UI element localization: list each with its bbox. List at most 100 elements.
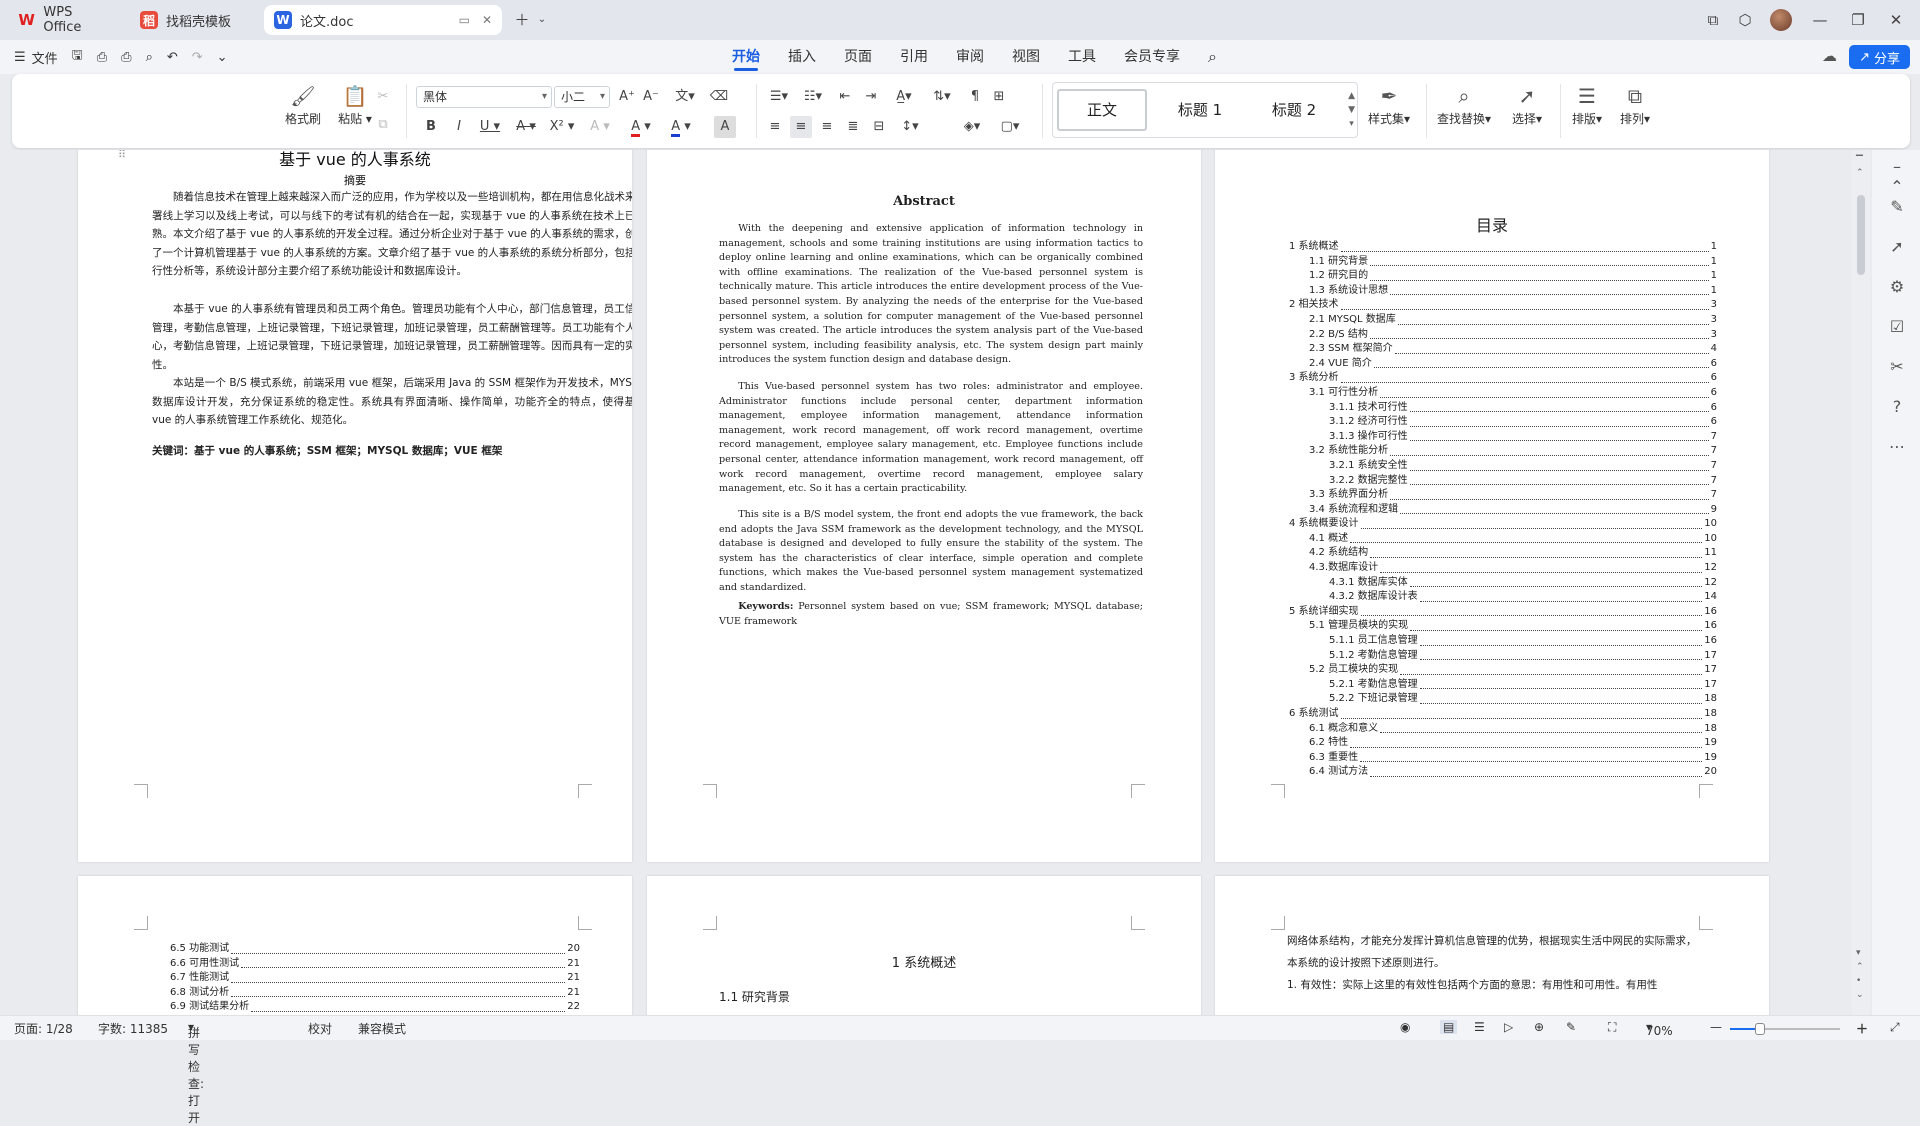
export-pdf-icon[interactable]: ⎙	[97, 50, 107, 65]
toc-entry[interactable]: 3.3 系统界面分析 7	[1289, 488, 1717, 503]
cut-icon[interactable]: ✂	[372, 86, 394, 108]
arrange-button[interactable]: ⧉ 排列▾	[1612, 82, 1658, 127]
toc-entry[interactable]: 3.1 可行性分析 6	[1289, 386, 1717, 401]
pointer-icon[interactable]: ➚	[1886, 236, 1908, 258]
tab-docer[interactable]: 稻 找稻壳模板	[130, 5, 258, 35]
select-button[interactable]: ➚ 选择▾	[1502, 82, 1552, 127]
copy-icon[interactable]: ⧉	[372, 114, 394, 136]
bullet-list-icon[interactable]: ☰▾	[764, 86, 794, 108]
toc-entry[interactable]: 6.4 测试方法 20	[1289, 765, 1717, 780]
tab-wps-office[interactable]: W WPS Office	[8, 5, 122, 35]
page-1[interactable]: ⠿ 基于 vue 的人事系统 摘要 随着信息技术在管理上越来越深入而广泛的应用，…	[78, 150, 632, 862]
settings-sliders-icon[interactable]: ⚙	[1886, 276, 1908, 298]
italic-icon[interactable]: I	[448, 116, 470, 138]
fullscreen-icon[interactable]: ⤢	[1890, 1020, 1900, 1035]
file-menu[interactable]: 文件	[32, 48, 58, 67]
font-color-icon[interactable]: A ▾	[664, 116, 698, 138]
toc-entry[interactable]: 6.1 概念和意义 18	[1289, 722, 1717, 737]
fit-page-icon[interactable]: ⛶	[1608, 1020, 1616, 1035]
pen-icon[interactable]: ✎	[1886, 196, 1908, 218]
next-page-icon[interactable]: ⌄	[1856, 990, 1864, 1000]
font-size-select[interactable]: 小二 ▾	[554, 86, 610, 108]
toc-entry[interactable]: 5.2.1 考勤信息管理 17	[1289, 678, 1717, 693]
tab-insert[interactable]: 插入	[788, 40, 816, 74]
strikethrough-icon[interactable]: A ▾	[510, 116, 542, 138]
collapse-icon[interactable]: –	[1886, 156, 1908, 178]
toc-entry[interactable]: 4.3.1 数据库实体 12	[1289, 576, 1717, 591]
toc-entry[interactable]: 1.2 研究目的 1	[1289, 269, 1717, 284]
toc-entry[interactable]: 1.1 研究背景 1	[1289, 255, 1717, 270]
toc-entry[interactable]: 4.1 概述 10	[1289, 532, 1717, 547]
scroll-up-icon[interactable]: ⌃	[1856, 168, 1864, 178]
toc-entry[interactable]: 2.4 VUE 简介 6	[1289, 357, 1717, 372]
page-5[interactable]: 1 系统概述 1.1 研究背景	[647, 876, 1201, 1015]
close-icon[interactable]: ✕	[1886, 10, 1906, 30]
toc-entry[interactable]: 1.3 系统设计思想 1	[1289, 284, 1717, 299]
underline-icon[interactable]: U ▾	[474, 116, 506, 138]
show-marks-icon[interactable]: ¶	[964, 86, 986, 108]
toc-entry[interactable]: 6.9 测试结果分析 22	[170, 1000, 580, 1015]
search-icon[interactable]: ⌕	[1208, 40, 1217, 74]
tab-tools[interactable]: 工具	[1068, 40, 1096, 74]
toc-entry[interactable]: 3 系统分析 6	[1289, 371, 1717, 386]
numbered-list-icon[interactable]: ☷▾	[798, 86, 828, 108]
undo-icon[interactable]: ↶	[167, 50, 178, 65]
tab-document[interactable]: W 论文.doc ▭ ✕	[264, 5, 502, 35]
pinyin-icon[interactable]: 文▾	[668, 86, 702, 108]
print-icon[interactable]: ⎙	[121, 50, 131, 65]
cube-icon[interactable]: ⬡	[1735, 10, 1755, 30]
toc-entry[interactable]: 6.7 性能测试 21	[170, 971, 580, 986]
toc-entry[interactable]: 4 系统概要设计 10	[1289, 517, 1717, 532]
tools-icon[interactable]: ✂	[1886, 356, 1908, 378]
spell-check-toggle[interactable]: 拼写检查: 打开 ▾	[188, 1020, 204, 1125]
scrollbar-thumb[interactable]	[1857, 195, 1865, 275]
grow-font-icon[interactable]: A⁺	[616, 86, 638, 108]
help-icon[interactable]: ?	[1886, 396, 1908, 418]
tab-member[interactable]: 会员专享	[1124, 40, 1180, 74]
layout-button[interactable]: ☰ 排版▾	[1564, 82, 1610, 127]
tab-home[interactable]: 开始	[732, 40, 760, 74]
tab-monitor-icon[interactable]: ▭	[459, 13, 470, 27]
highlight-color-icon[interactable]: A ▾	[624, 116, 658, 138]
tab-review[interactable]: 审阅	[956, 40, 984, 74]
styles-set-button[interactable]: ✒ 样式集▾	[1360, 82, 1418, 127]
find-replace-button[interactable]: ⌕ 查找替换▾	[1428, 82, 1500, 127]
style-normal[interactable]: 正文	[1057, 89, 1147, 131]
pen-mode-icon[interactable]: ✎	[1566, 1020, 1576, 1034]
toc-entry[interactable]: 3.2.1 系统安全性 7	[1289, 459, 1717, 474]
document-canvas[interactable]: ⠿ 基于 vue 的人事系统 摘要 随着信息技术在管理上越来越深入而广泛的应用，…	[0, 150, 1870, 1015]
chinese-layout-icon[interactable]: A̲▾	[888, 86, 920, 108]
toc-entry[interactable]: 4.2 系统结构 11	[1289, 546, 1717, 561]
tab-view[interactable]: 视图	[1012, 40, 1040, 74]
toc-entry[interactable]: 3.1.3 操作可行性 7	[1289, 430, 1717, 445]
cloud-icon[interactable]: ☁	[1822, 47, 1837, 65]
edit-check-icon[interactable]: ☑	[1886, 316, 1908, 338]
toc-entry[interactable]: 5.1 管理员模块的实现 16	[1289, 619, 1717, 634]
toc-entry[interactable]: 5.1.1 员工信息管理 16	[1289, 634, 1717, 649]
toc-entry[interactable]: 5 系统详细实现 16	[1289, 605, 1717, 620]
hamburger-icon[interactable]: ☰	[14, 50, 26, 65]
increase-indent-icon[interactable]: ⇥	[860, 86, 882, 108]
justify-icon[interactable]: ≣	[842, 116, 864, 138]
zoom-slider-handle[interactable]	[1754, 1023, 1765, 1035]
font-name-select[interactable]: 黑体 ▾	[416, 86, 552, 108]
save-icon[interactable]: 🖫	[72, 46, 83, 68]
shading-icon[interactable]: ◈▾	[956, 116, 988, 138]
tab-references[interactable]: 引用	[900, 40, 928, 74]
char-shading-icon[interactable]: A	[714, 116, 736, 138]
prev-page-icon[interactable]: ⌃	[1856, 962, 1864, 972]
eye-icon[interactable]: ◉	[1400, 1020, 1410, 1034]
toc-entry[interactable]: 6.5 功能测试 20	[170, 942, 580, 957]
toc-entry[interactable]: 6.2 特性 19	[1289, 736, 1717, 751]
redo-icon[interactable]: ↷	[192, 50, 203, 65]
page-3[interactable]: 目录 1 系统概述 1 1.1 研究背景 1 1.2 研究目的 1 1.3 系统设计思想 1 2…	[1215, 150, 1769, 862]
more-chevron-icon[interactable]: ⌄	[217, 50, 228, 65]
chevron-up-icon[interactable]: ⌃	[1886, 176, 1908, 198]
style-heading-2[interactable]: 标题 2	[1249, 89, 1339, 131]
toc-entry[interactable]: 5.2.2 下班记录管理 18	[1289, 692, 1717, 707]
toc-entry[interactable]: 2.3 SSM 框架简介 4	[1289, 342, 1717, 357]
toc-entry[interactable]: 3.1.1 技术可行性 6	[1289, 401, 1717, 416]
toc-entry[interactable]: 3.4 系统流程和逻辑 9	[1289, 503, 1717, 518]
word-count[interactable]: 字数: 11385	[98, 1020, 168, 1037]
align-left-icon[interactable]: ≡	[764, 116, 786, 138]
